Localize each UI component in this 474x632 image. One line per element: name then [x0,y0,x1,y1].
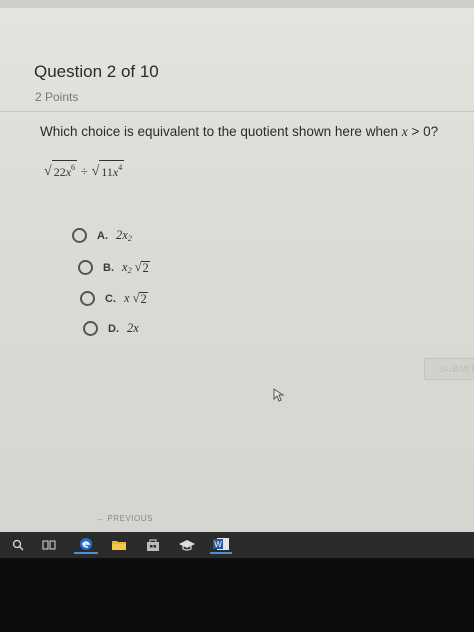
previous-label: PREVIOUS [107,514,153,523]
question-title: Question 2 of 10 [34,62,159,81]
radical-sign: √ [91,164,100,179]
right-radical: √ 11x4 [92,160,125,179]
radio-button[interactable] [83,321,98,336]
quiz-screen: Question 2 of 10 2 Points Which choice i… [0,0,474,532]
question-prompt: Which choice is equivalent to the quotie… [40,124,438,140]
radical-sign: √ [44,164,52,179]
left-radicand: 22x6 [51,160,78,179]
option-value: 2x 2 [116,228,132,243]
option-value: 2x [127,321,139,335]
division-operator: ÷ [81,164,88,178]
education-icon[interactable] [176,536,198,554]
option-value: x 2 √ 2 [122,260,150,275]
search-icon[interactable] [10,536,26,554]
option-b[interactable]: B. x 2 √ 2 [78,260,150,275]
submit-button[interactable]: SUBMIT [424,358,474,380]
sqrt: √ 2 [132,291,148,306]
option-letter: D. [108,322,119,335]
previous-button[interactable]: ← PREVIOUS [96,514,153,523]
prompt-text-before: Which choice is equivalent to the quotie… [40,124,402,139]
quotient-expression: √ 22x6 ÷ √ 11x4 [44,160,125,179]
option-letter: B. [103,261,114,274]
arrow-left-icon: ← [96,514,105,523]
option-d[interactable]: D. 2x [83,321,139,336]
radio-button[interactable] [78,260,93,275]
radio-button[interactable] [80,291,95,306]
edge-icon[interactable] [74,536,98,554]
taskbar: W [0,532,474,558]
file-explorer-icon[interactable] [108,536,130,554]
option-letter: C. [105,292,116,305]
option-a[interactable]: A. 2x 2 [72,228,132,243]
option-value: x √ 2 [124,291,148,306]
monitor-bezel [0,558,474,632]
store-icon[interactable] [142,536,164,554]
left-radical: √ 22x6 [44,160,78,179]
radio-button[interactable] [72,228,87,243]
svg-text:W: W [214,540,222,549]
prompt-text-after: > 0? [407,124,439,139]
question-points: 2 Points [35,90,79,104]
sqrt: √ 2 [134,260,150,275]
right-radicand: 11x4 [99,160,125,179]
header-divider [0,111,474,112]
option-c[interactable]: C. x √ 2 [80,291,148,306]
option-letter: A. [97,229,108,242]
top-strip [0,0,474,8]
task-view-icon[interactable] [40,536,58,554]
word-icon[interactable]: W [210,536,232,554]
mouse-cursor-icon [273,388,285,402]
